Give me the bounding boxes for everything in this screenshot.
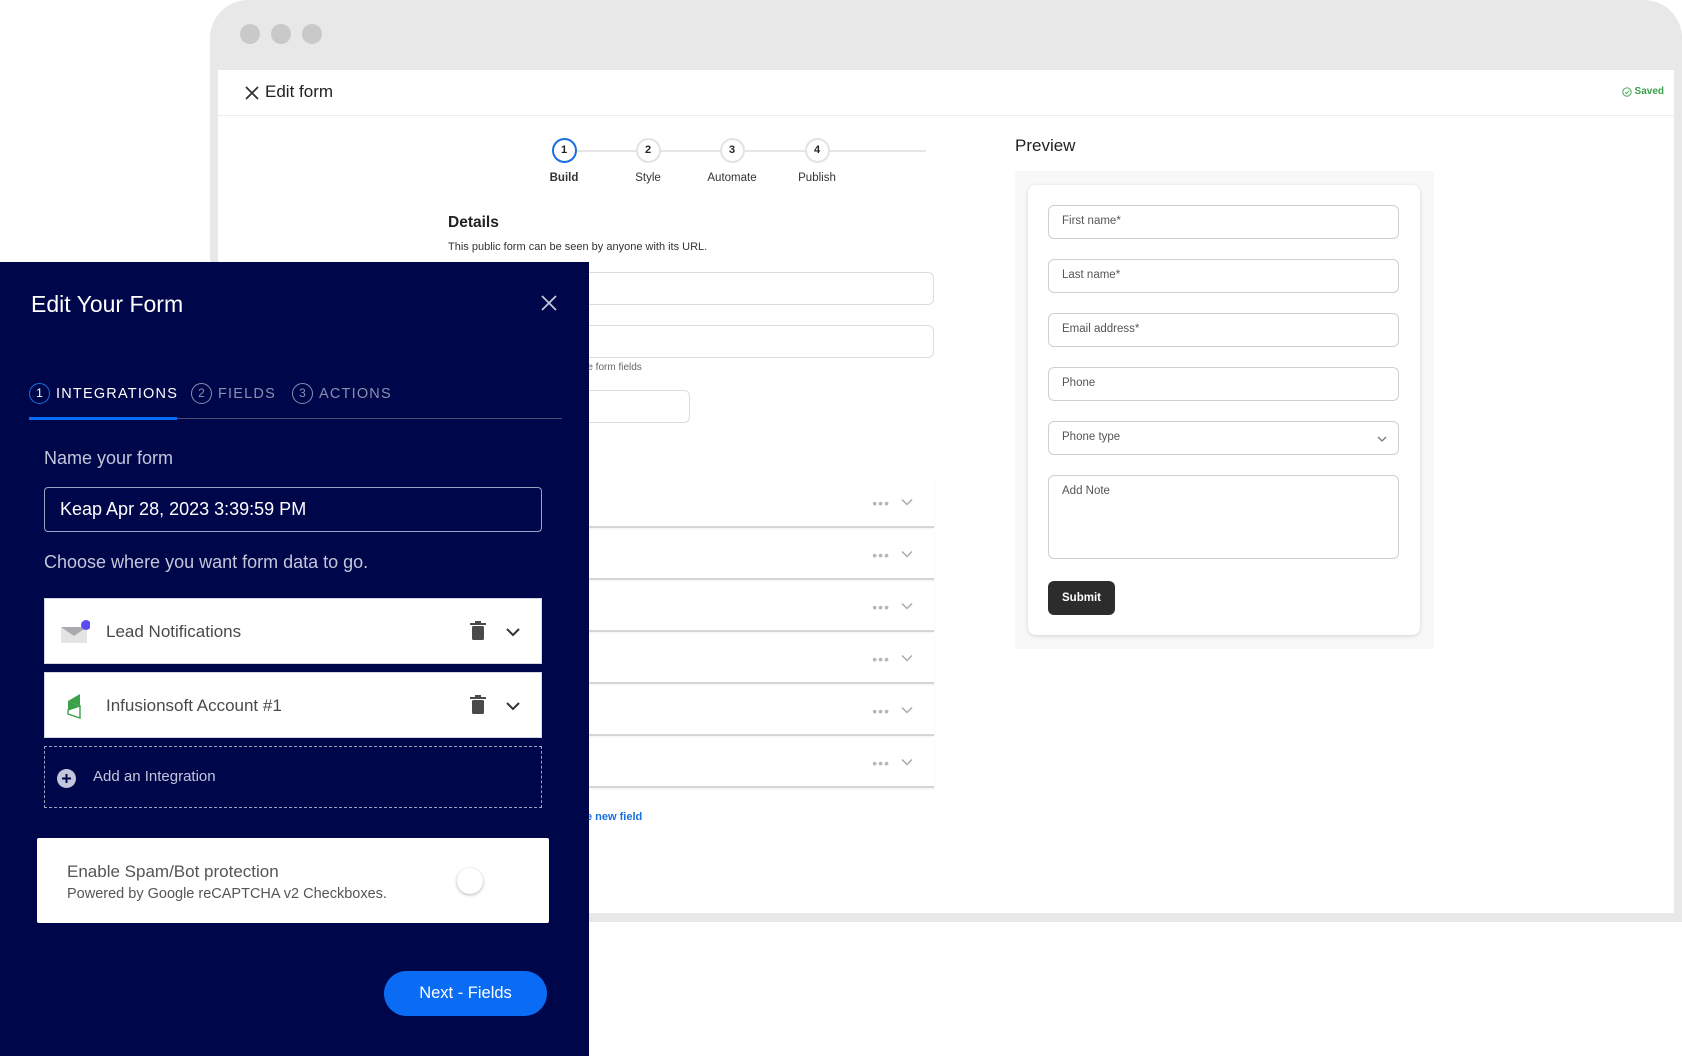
form-name-input[interactable]: Keap Apr 28, 2023 3:39:59 PM — [44, 487, 542, 532]
placeholder: First name* — [1062, 215, 1121, 227]
tab-number: 3 — [292, 383, 313, 404]
choose-destination-label: Choose where you want form data to go. — [44, 552, 369, 572]
preview-form-card: First name* Last name* Email address* Ph… — [1028, 185, 1420, 635]
window-dot-close — [240, 24, 260, 44]
ellipsis-icon[interactable]: ••• — [872, 651, 890, 667]
submit-button[interactable]: Submit — [1048, 581, 1115, 615]
spam-title: Enable Spam/Bot protection — [67, 862, 279, 881]
tab-label: FIELDS — [218, 385, 276, 402]
saved-status: Saved — [1621, 86, 1664, 97]
window-dot-minimize — [271, 24, 291, 44]
spam-protection-toggle[interactable] — [457, 868, 483, 894]
panel-tabs: 1 INTEGRATIONS 2 FIELDS 3 ACTIONS — [29, 383, 562, 419]
create-new-field-link[interactable]: e new field — [586, 811, 642, 823]
active-tab-indicator — [29, 417, 177, 420]
envelope-icon — [61, 620, 90, 643]
first-name-field[interactable]: First name* — [1048, 205, 1399, 239]
close-icon[interactable] — [241, 82, 263, 104]
spam-protection-card: Enable Spam/Bot protection Powered by Go… — [37, 838, 549, 923]
page-title: Edit form — [265, 82, 334, 101]
placeholder: Last name* — [1062, 269, 1121, 281]
chevron-down-icon[interactable] — [504, 697, 522, 715]
tab-label: INTEGRATIONS — [56, 385, 179, 402]
window-dot-maximize — [302, 24, 322, 44]
ellipsis-icon[interactable]: ••• — [872, 547, 890, 563]
saved-label: Saved — [1634, 86, 1664, 97]
tab-number: 2 — [191, 383, 212, 404]
step-label: Style — [635, 172, 661, 184]
last-name-field[interactable]: Last name* — [1048, 259, 1399, 293]
chevron-down-icon[interactable] — [900, 755, 914, 769]
close-icon[interactable] — [538, 292, 560, 314]
ellipsis-icon[interactable]: ••• — [872, 495, 890, 511]
step-label: Automate — [707, 172, 757, 184]
select-value: Phone type — [1062, 431, 1121, 443]
plus-circle-icon — [57, 769, 76, 788]
chevron-down-icon[interactable] — [900, 651, 914, 665]
email-field[interactable]: Email address* — [1048, 313, 1399, 347]
panel-title: Edit Your Form — [31, 291, 184, 317]
details-subtitle: This public form can be seen by anyone w… — [448, 241, 708, 253]
integration-item[interactable]: Lead Notifications — [44, 598, 542, 664]
phone-type-select[interactable]: Phone type — [1048, 421, 1399, 455]
preview-area: First name* Last name* Email address* Ph… — [1015, 171, 1434, 649]
step-automate[interactable]: 3 Automate — [692, 138, 772, 184]
edit-form-panel: Edit Your Form 1 INTEGRATIONS 2 FIELDS 3… — [0, 262, 589, 1056]
phone-field[interactable]: Phone — [1048, 367, 1399, 401]
details-heading: Details — [448, 214, 499, 231]
note-textarea[interactable]: Add Note — [1048, 475, 1399, 559]
step-build[interactable]: 1 Build — [524, 138, 604, 184]
placeholder: Email address* — [1062, 323, 1140, 335]
chevron-down-icon — [1377, 436, 1387, 442]
trash-icon[interactable] — [470, 695, 486, 715]
step-number: 4 — [804, 138, 830, 163]
step-label: Publish — [798, 172, 836, 184]
step-number: 1 — [551, 138, 577, 163]
preview-heading: Preview — [1015, 136, 1076, 155]
ellipsis-icon[interactable]: ••• — [872, 755, 890, 771]
app-header: Edit form Saved — [218, 70, 1674, 116]
tab-label: ACTIONS — [319, 385, 392, 402]
ellipsis-icon[interactable]: ••• — [872, 703, 890, 719]
name-form-label: Name your form — [44, 448, 174, 468]
integration-name: Infusionsoft Account #1 — [106, 696, 282, 715]
step-number: 3 — [719, 138, 745, 163]
chevron-down-icon[interactable] — [900, 599, 914, 613]
integration-item[interactable]: Infusionsoft Account #1 — [44, 672, 542, 738]
add-integration-label: Add an Integration — [93, 768, 216, 785]
step-number: 2 — [635, 138, 661, 163]
infusionsoft-logo-icon — [67, 694, 81, 719]
chevron-down-icon[interactable] — [900, 495, 914, 509]
placeholder: Add Note — [1062, 485, 1110, 497]
check-circle-icon — [1621, 86, 1632, 97]
trash-icon[interactable] — [470, 621, 486, 641]
tab-actions[interactable]: 3 ACTIONS — [292, 383, 392, 404]
placeholder: Phone — [1062, 377, 1096, 389]
spam-subtitle: Powered by Google reCAPTCHA v2 Checkboxe… — [67, 886, 387, 902]
integration-name: Lead Notifications — [106, 622, 242, 641]
step-label: Build — [549, 172, 579, 184]
tab-number: 1 — [29, 383, 50, 404]
tab-integrations[interactable]: 1 INTEGRATIONS — [29, 383, 178, 404]
add-integration-button[interactable]: Add an Integration — [44, 746, 542, 808]
ellipsis-icon[interactable]: ••• — [872, 599, 890, 615]
next-fields-button[interactable]: Next - Fields — [384, 971, 547, 1016]
step-publish[interactable]: 4 Publish — [777, 138, 857, 184]
chevron-down-icon[interactable] — [900, 547, 914, 561]
tab-fields[interactable]: 2 FIELDS — [191, 383, 276, 404]
chevron-down-icon[interactable] — [504, 623, 522, 641]
step-style[interactable]: 2 Style — [608, 138, 688, 184]
chevron-down-icon[interactable] — [900, 703, 914, 717]
